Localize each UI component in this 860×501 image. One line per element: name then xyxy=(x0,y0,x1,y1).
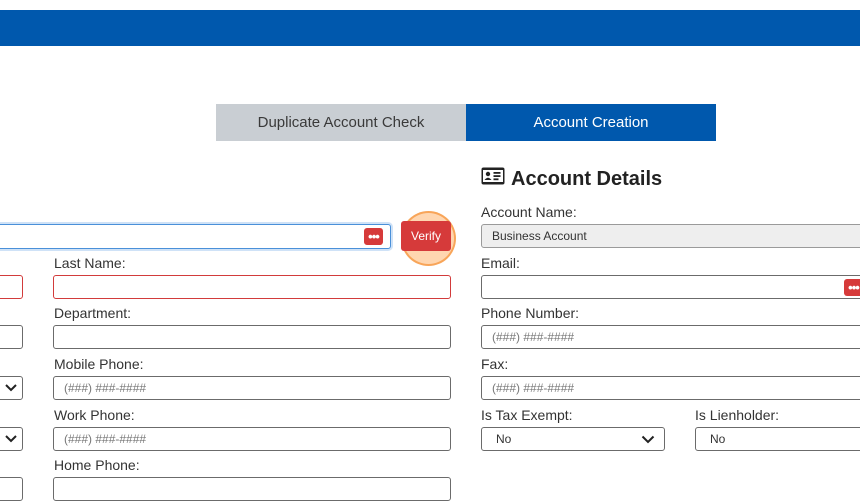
lienholder-select[interactable]: No xyxy=(695,427,860,451)
lienholder-value: No xyxy=(710,432,726,446)
email-input[interactable]: ••• xyxy=(481,275,860,299)
last-name-input[interactable] xyxy=(53,275,451,299)
chevron-down-icon xyxy=(3,380,19,396)
account-details-heading: Account Details xyxy=(481,167,662,191)
tax-exempt-value: No xyxy=(496,432,512,446)
mobile-phone-input[interactable]: (###) ###-#### xyxy=(53,376,451,400)
tab-duplicate-account-check-label: Duplicate Account Check xyxy=(257,114,425,131)
id-card-icon xyxy=(481,167,505,191)
chevron-down-icon xyxy=(3,431,19,447)
first-name-input[interactable] xyxy=(0,275,23,299)
home-phone-label: Home Phone: xyxy=(54,457,140,473)
left-select-2[interactable] xyxy=(0,427,23,451)
work-phone-placeholder: (###) ###-#### xyxy=(64,432,147,446)
account-search-input[interactable]: ••• xyxy=(0,224,391,249)
left-select-1[interactable] xyxy=(0,376,23,400)
tax-exempt-select[interactable]: No xyxy=(481,427,665,451)
title-input[interactable] xyxy=(0,325,23,349)
phone-number-placeholder: (###) ###-#### xyxy=(492,330,575,344)
ellipsis-icon[interactable]: ••• xyxy=(844,279,860,296)
account-name-field: Business Account xyxy=(481,224,860,248)
tax-exempt-label: Is Tax Exempt: xyxy=(481,407,573,423)
mobile-phone-placeholder: (###) ###-#### xyxy=(64,381,147,395)
tab-account-creation-label: Account Creation xyxy=(533,114,649,131)
account-name-label: Account Name: xyxy=(481,204,577,220)
fax-label: Fax: xyxy=(481,356,509,372)
last-name-label: Last Name: xyxy=(54,255,126,271)
verify-button[interactable]: Verify xyxy=(401,221,451,251)
chevron-down-icon xyxy=(640,431,656,447)
verify-button-label: Verify xyxy=(410,229,441,243)
department-input[interactable] xyxy=(53,325,451,349)
fax-placeholder: (###) ###-#### xyxy=(492,381,575,395)
work-phone-label: Work Phone: xyxy=(54,407,135,423)
phone-number-input[interactable]: (###) ###-#### xyxy=(481,325,860,349)
fax-input[interactable]: (###) ###-#### xyxy=(481,376,860,400)
work-phone-input[interactable]: (###) ###-#### xyxy=(53,427,451,451)
mobile-phone-label: Mobile Phone: xyxy=(54,356,144,372)
ellipsis-icon[interactable]: ••• xyxy=(364,228,383,245)
email-label: Email: xyxy=(481,255,520,271)
top-banner xyxy=(0,10,860,46)
department-label: Department: xyxy=(54,305,132,321)
account-details-title: Account Details xyxy=(511,167,663,190)
account-name-value: Business Account xyxy=(492,229,587,243)
lienholder-label: Is Lienholder: xyxy=(695,407,780,423)
tab-duplicate-account-check[interactable]: Duplicate Account Check xyxy=(216,104,466,141)
tab-account-creation[interactable]: Account Creation xyxy=(466,104,716,141)
phone-number-label: Phone Number: xyxy=(481,305,580,321)
